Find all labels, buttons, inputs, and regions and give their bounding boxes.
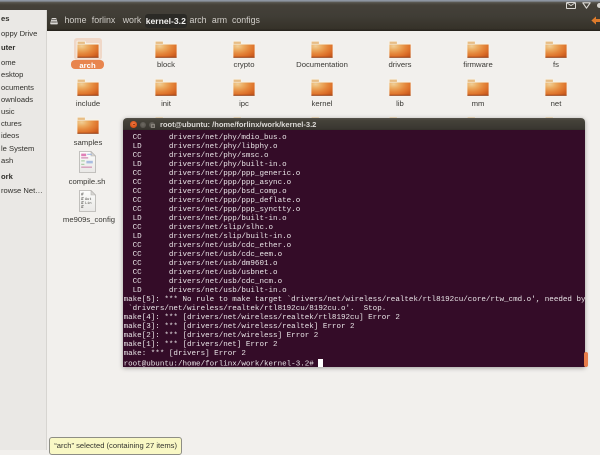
svg-text:Lin: Lin — [85, 201, 91, 206]
svg-text:#: # — [81, 204, 84, 210]
